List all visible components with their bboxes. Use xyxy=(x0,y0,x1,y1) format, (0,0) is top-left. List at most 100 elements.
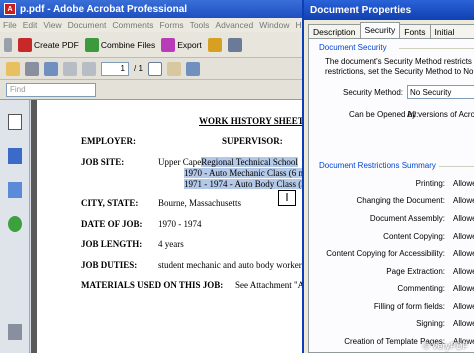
select-tool-icon[interactable] xyxy=(147,61,162,76)
city-value: Bourne, Massachusetts xyxy=(158,198,241,208)
restriction-label: Signing: xyxy=(416,319,445,328)
window-title: p.pdf - Adobe Acrobat Professional xyxy=(20,3,188,15)
menu-view[interactable]: View xyxy=(40,20,64,30)
acrobat-window: A p.pdf - Adobe Acrobat Professional Fil… xyxy=(0,0,313,353)
restriction-value: Allowe xyxy=(453,267,474,276)
open-folder-icon[interactable] xyxy=(6,61,20,76)
menu-comments[interactable]: Comments xyxy=(109,20,156,30)
page-total: / 1 xyxy=(134,64,143,73)
pages-icon[interactable] xyxy=(8,114,22,130)
doc-heading: WORK HISTORY SHEET xyxy=(199,116,304,126)
length-value: 4 years xyxy=(158,239,184,249)
tab-security[interactable]: Security xyxy=(359,22,401,38)
city-label: CITY, STATE: xyxy=(81,198,139,208)
restriction-label: Content Copying for Accessibility: xyxy=(326,249,445,258)
menu-tools[interactable]: Tools xyxy=(187,20,213,30)
employer-label: EMPLOYER: xyxy=(81,136,136,146)
restriction-label: Document Assembly: xyxy=(369,214,445,223)
export-label: Export xyxy=(177,39,202,50)
document-view[interactable]: WORK HISTORY SHEET EMPLOYER: SUPERVISOR:… xyxy=(31,100,308,353)
security-text-1: The document's Security Method restricts… xyxy=(325,57,474,66)
create-pdf-button[interactable]: Create PDF xyxy=(18,37,79,52)
pdf-page: WORK HISTORY SHEET EMPLOYER: SUPERVISOR:… xyxy=(37,100,308,353)
create-pdf-label: Create PDF xyxy=(34,39,79,50)
jobsite-line3: 1971 - 1974 - Auto Body Class (3 xyxy=(184,179,306,189)
restriction-label: Commenting: xyxy=(397,284,445,293)
restriction-value: Allowe xyxy=(453,214,474,223)
restriction-label: Page Extraction: xyxy=(386,267,445,276)
help-icon[interactable] xyxy=(8,216,22,232)
find-input[interactable]: Find xyxy=(6,82,96,97)
tasks-toolbar: Create PDF Combine Files Export xyxy=(0,32,306,58)
menu-window[interactable]: Window xyxy=(256,20,292,30)
menu-file[interactable]: File xyxy=(0,20,20,30)
export-button[interactable]: Export xyxy=(161,37,202,52)
restriction-value: Allowe xyxy=(453,249,474,258)
security-method-label: Security Method: xyxy=(343,88,404,97)
sign-icon[interactable] xyxy=(227,37,242,52)
next-page-icon[interactable] xyxy=(82,61,96,76)
bookmarks-icon[interactable] xyxy=(8,148,22,164)
menu-bar: File Edit View Document Comments Forms T… xyxy=(0,18,313,32)
restriction-label: Content Copying: xyxy=(383,232,445,241)
hand-tool-icon[interactable] xyxy=(166,61,181,76)
restrictions-group-label: Document Restrictions Summary xyxy=(319,161,436,170)
restriction-label: Changing the Document: xyxy=(356,196,446,205)
tab-initial-view[interactable]: Initial View xyxy=(429,24,474,47)
attachments-icon[interactable] xyxy=(8,324,22,340)
restriction-value: Allowe xyxy=(453,302,474,311)
navigation-toolbar: 1 / 1 xyxy=(0,58,306,80)
materials-label: MATERIALS USED ON THIS JOB: xyxy=(81,280,224,290)
zoom-out-icon[interactable] xyxy=(185,61,200,76)
divider xyxy=(439,166,474,167)
jobsite-line2: 1970 - Auto Mechanic Class (6 mo xyxy=(184,168,306,178)
email-icon[interactable] xyxy=(44,61,58,76)
signatures-icon[interactable] xyxy=(8,182,22,198)
combine-files-icon xyxy=(84,37,99,52)
menu-edit[interactable]: Edit xyxy=(20,20,41,30)
jobsite-value: Regional Technical School xyxy=(201,157,298,167)
security-text-2: restrictions, set the Security Method to… xyxy=(325,67,474,76)
duties-value: student mechanic and auto body worker xyxy=(158,260,302,270)
security-group-label: Document Security xyxy=(319,43,387,52)
combine-files-button[interactable]: Combine Files xyxy=(84,37,156,52)
jobsite-label: JOB SITE: xyxy=(81,157,125,167)
security-tab-panel: Document Security The document's Securit… xyxy=(308,38,474,353)
date-value: 1970 - 1974 xyxy=(158,219,202,229)
restriction-label: Printing: xyxy=(415,179,445,188)
length-label: JOB LENGTH: xyxy=(81,239,143,249)
previous-page-icon[interactable] xyxy=(63,61,77,76)
jobsite-prefix: Upper Cape xyxy=(158,157,202,167)
jobsite-line1: Upper CapeRegional Technical School xyxy=(158,157,298,167)
divider xyxy=(399,48,474,49)
document-properties-dialog: Document Properties Description Security… xyxy=(302,0,474,353)
title-bar: A p.pdf - Adobe Acrobat Professional xyxy=(0,0,306,18)
restriction-value: Allowe xyxy=(453,284,474,293)
restriction-label: Filling of form fields: xyxy=(373,302,445,311)
navigation-pane xyxy=(0,100,30,353)
tab-description[interactable]: Description xyxy=(308,24,361,38)
menu-advanced[interactable]: Advanced xyxy=(212,20,256,30)
materials-value: See Attachment "A" xyxy=(235,280,308,290)
restriction-value: Allowe xyxy=(453,196,474,205)
tab-fonts[interactable]: Fonts xyxy=(399,24,431,38)
dialog-tabs: Description Security Fonts Initial View xyxy=(308,22,474,47)
opened-by-value: All versions of Acrobat xyxy=(407,110,474,119)
watermark: © VeryPDF xyxy=(422,341,468,351)
text-cursor-icon: Ⅰ xyxy=(278,190,296,206)
combine-files-label: Combine Files xyxy=(100,39,156,50)
duties-label: JOB DUTIES: xyxy=(81,260,138,270)
print-icon[interactable] xyxy=(25,61,39,76)
toolbar-grip-icon xyxy=(4,37,12,52)
security-method-select[interactable]: No Security xyxy=(407,85,474,99)
menu-forms[interactable]: Forms xyxy=(156,20,186,30)
restriction-value: Allowe xyxy=(453,179,474,188)
menu-document[interactable]: Document xyxy=(65,20,110,30)
acrobat-icon: A xyxy=(4,3,16,15)
date-label: DATE OF JOB: xyxy=(81,219,143,229)
dialog-title: Document Properties xyxy=(304,0,474,20)
lock-icon[interactable] xyxy=(207,37,222,52)
page-number-input[interactable]: 1 xyxy=(101,61,129,76)
export-icon xyxy=(161,37,176,52)
supervisor-label: SUPERVISOR: xyxy=(222,136,283,146)
